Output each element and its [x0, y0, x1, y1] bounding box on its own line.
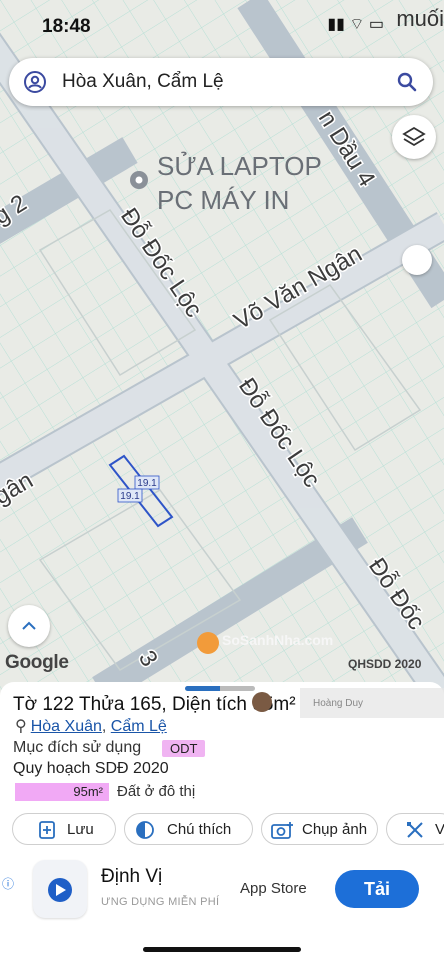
map-view[interactable]: 19.1 19.1 Đỗ Đốc Lộc Võ Văn Ngân Đỗ Đốc …	[0, 0, 444, 690]
watermark-name: Hoàng Duy	[313, 698, 364, 709]
ad-store-label: App Store	[240, 880, 307, 897]
download-button[interactable]: Tải	[335, 870, 419, 908]
add-note-icon	[39, 821, 55, 839]
status-icons: ▮▮ ⌔ ▭	[327, 16, 384, 33]
overlay-label: QHSDD 2020	[348, 657, 422, 671]
account-icon[interactable]	[23, 70, 47, 94]
search-icon[interactable]	[395, 70, 419, 94]
action-chips: Lưu Chú thích Chụp ảnh Vẽ	[12, 813, 444, 847]
poi-label-line2: PC MÁY IN	[157, 185, 289, 215]
layers-icon	[402, 126, 426, 147]
ward-link[interactable]: Hòa Xuân	[31, 718, 102, 735]
ad-app-name: Định Vị	[101, 866, 163, 887]
capture-button[interactable]: Chụp ảnh	[261, 813, 378, 845]
district-link[interactable]: Cẩm Lệ	[111, 718, 167, 735]
status-bar: 18:48 ▮▮ ⌔ ▭ muối	[0, 0, 444, 50]
plan-type: Đất ở đô thị	[117, 783, 196, 800]
status-time: 18:48	[42, 16, 91, 37]
side-handle-button[interactable]	[402, 245, 432, 275]
plan-area-value: 95m²	[73, 784, 103, 799]
draw-label: Vẽ	[435, 821, 444, 838]
location-line: ⚲ Hòa Xuân, Cẩm Lệ	[15, 718, 167, 735]
restaurant-pin-icon[interactable]	[197, 632, 219, 654]
watermark-text: SoSanhNha.com	[222, 632, 334, 648]
chevron-up-icon	[22, 621, 36, 630]
capture-label: Chụp ảnh	[302, 821, 368, 838]
half-circle-icon	[136, 821, 154, 839]
poi-label-line1: SỬA LAPTOP	[157, 150, 321, 181]
plan-label: Quy hoạch SDĐ 2020	[13, 760, 169, 777]
purpose-label: Mục đích sử dụng	[13, 739, 142, 756]
search-bar[interactable]: Hòa Xuân, Cẩm Lệ	[9, 58, 433, 106]
save-label: Lưu	[67, 821, 94, 838]
draw-button[interactable]: Vẽ	[386, 813, 444, 845]
annotate-label: Chú thích	[167, 821, 232, 838]
avatar	[252, 692, 272, 712]
expand-up-button[interactable]	[8, 605, 50, 647]
search-input[interactable]: Hòa Xuân, Cẩm Lệ	[62, 71, 224, 93]
google-logo: Google	[5, 652, 69, 673]
parcel-label: 19.1	[137, 478, 157, 489]
camera-icon	[271, 822, 293, 839]
save-button[interactable]: Lưu	[12, 813, 116, 845]
ad-info-icon[interactable]: ⓘ	[2, 875, 14, 892]
parcel-title-prefix: Tờ 122 Thửa 165, Diện tích	[13, 694, 253, 715]
status-tail-text: muối	[396, 6, 444, 31]
location-pin-icon: ⚲	[15, 718, 27, 735]
plan-area-bar: 95m²	[15, 783, 109, 801]
app-ad-banner[interactable]: ⓘ Định Vị ƯNG DỤNG MIỄN PHÍ App Store Tả…	[0, 860, 444, 930]
bottom-sheet[interactable]: Tờ 122 Thửa 165, Diện tích 95m² Hoàng Du…	[0, 682, 444, 960]
layers-button[interactable]	[392, 115, 436, 159]
home-indicator	[143, 947, 301, 952]
purpose-code-badge: ODT	[162, 740, 206, 757]
ad-app-subtitle: ƯNG DỤNG MIỄN PHÍ	[101, 896, 220, 908]
app-icon	[33, 860, 87, 918]
draw-icon	[407, 822, 423, 838]
annotate-button[interactable]: Chú thích	[124, 813, 253, 845]
sheet-handle[interactable]	[185, 686, 255, 691]
parcel-label: 19.1	[120, 491, 140, 502]
